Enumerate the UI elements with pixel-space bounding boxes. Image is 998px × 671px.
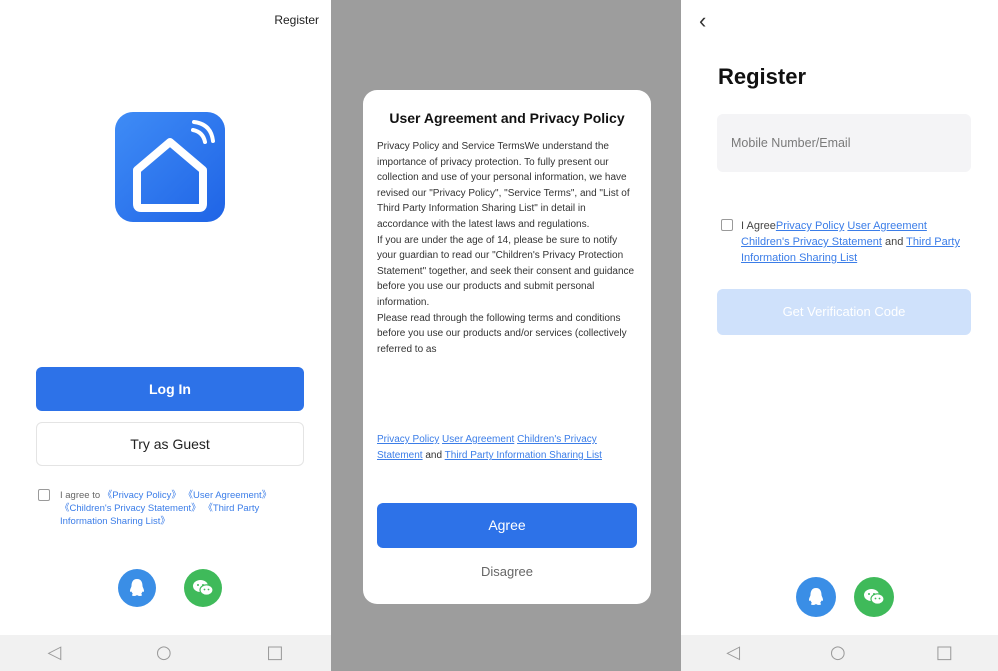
agreement-dialog: User Agreement and Privacy Policy Privac… xyxy=(363,90,651,604)
and-text: and xyxy=(884,236,904,248)
mobile-email-input[interactable] xyxy=(717,114,971,172)
disagree-button[interactable]: Disagree xyxy=(363,564,651,579)
privacy-policy-link[interactable]: Privacy Policy xyxy=(377,434,439,445)
try-as-guest-button[interactable]: Try as Guest xyxy=(36,422,304,466)
agree-prefix: I Agree xyxy=(741,220,776,232)
wechat-login-button[interactable] xyxy=(854,577,894,617)
agreement-text: I agree to 《Privacy Policy》 《User Agreem… xyxy=(60,489,300,528)
dialog-title: User Agreement and Privacy Policy xyxy=(389,110,625,126)
login-screen: Register Log In Try as Guest I agree to … xyxy=(0,0,331,671)
body-paragraph: If you are under the age of 14, please b… xyxy=(377,234,635,308)
childrens-privacy-link[interactable]: 《Children's Privacy Statement》 xyxy=(60,503,201,514)
get-verification-code-button[interactable]: Get Verification Code xyxy=(717,289,971,335)
app-logo-icon xyxy=(115,112,225,222)
agree-button[interactable]: Agree xyxy=(377,503,637,548)
login-button[interactable]: Log In xyxy=(36,367,304,411)
qq-login-button[interactable] xyxy=(796,577,836,617)
qq-icon xyxy=(809,588,823,605)
page-title: Register xyxy=(718,64,807,89)
nav-home-button[interactable]: ○ xyxy=(156,644,172,662)
body-paragraph: Privacy Policy and Service TermsWe under… xyxy=(377,141,630,230)
agree-checkbox[interactable] xyxy=(721,219,733,231)
wechat-icon xyxy=(864,589,885,605)
user-agreement-link[interactable]: User Agreement xyxy=(847,220,926,232)
user-agreement-link[interactable]: 《User Agreement》 xyxy=(184,490,272,501)
agree-prefix: I agree to xyxy=(60,490,101,501)
nav-home-button[interactable]: ○ xyxy=(830,644,846,662)
dialog-links: Privacy Policy User Agreement Children's… xyxy=(377,432,639,464)
agreement-dialog-overlay: User Agreement and Privacy Policy Privac… xyxy=(331,0,681,671)
nav-back-button[interactable]: ◁ xyxy=(47,644,61,662)
wechat-login-button[interactable] xyxy=(184,569,222,607)
nav-recent-button[interactable]: □ xyxy=(936,644,953,662)
register-screen: ‹ Register I AgreePrivacy Policy User Ag… xyxy=(681,0,998,671)
third-party-sharing-link[interactable]: Third Party Information Sharing List xyxy=(445,450,602,461)
user-agreement-link[interactable]: User Agreement xyxy=(442,434,514,445)
nav-recent-button[interactable]: □ xyxy=(267,644,284,662)
nav-back-button[interactable]: ◁ xyxy=(726,644,740,662)
system-nav-bar: ◁ ○ □ xyxy=(681,635,998,671)
privacy-policy-link[interactable]: Privacy Policy xyxy=(776,220,844,232)
body-paragraph: Please read through the following terms … xyxy=(377,312,627,355)
childrens-privacy-link[interactable]: Children's Privacy Statement xyxy=(741,236,882,248)
wechat-icon xyxy=(193,580,214,596)
dialog-body-text[interactable]: Privacy Policy and Service TermsWe under… xyxy=(377,139,637,427)
system-nav-bar: ◁ ○ □ xyxy=(0,635,331,671)
qq-login-button[interactable] xyxy=(118,569,156,607)
privacy-policy-link[interactable]: 《Privacy Policy》 xyxy=(103,490,181,501)
back-chevron-icon[interactable]: ‹ xyxy=(699,8,706,34)
agreement-text: I AgreePrivacy Policy User Agreement Chi… xyxy=(741,218,966,266)
register-link[interactable]: Register xyxy=(274,13,319,27)
agree-checkbox[interactable] xyxy=(38,489,50,501)
qq-icon xyxy=(130,579,144,596)
and-text: and xyxy=(425,450,443,461)
